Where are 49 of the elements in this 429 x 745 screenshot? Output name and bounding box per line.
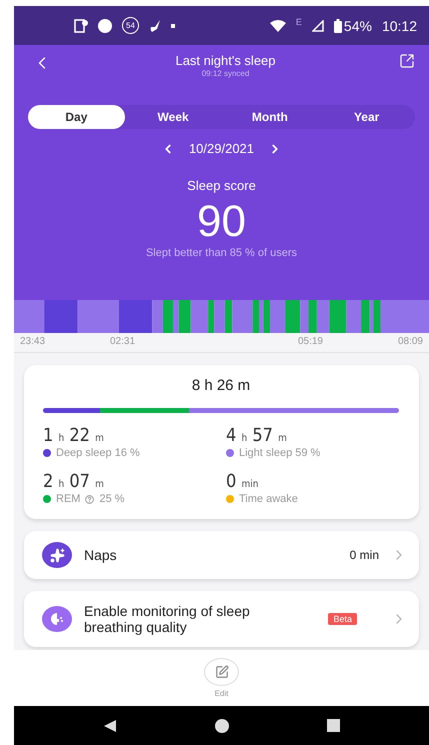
stage-duration: 4 h 57 m bbox=[226, 425, 288, 446]
clock: 10:12 bbox=[382, 18, 417, 34]
head-breathing-icon bbox=[42, 606, 72, 632]
period-tab[interactable]: Month bbox=[222, 105, 318, 129]
time-label: 02:31 bbox=[110, 336, 136, 349]
date-label: 10/29/2021 bbox=[188, 141, 254, 156]
score-comparison: Slept better than 85 % of users bbox=[146, 247, 298, 259]
naps-label: Naps bbox=[84, 547, 118, 563]
score-label: Sleep score bbox=[187, 178, 256, 193]
stage-label: Time awake bbox=[239, 493, 298, 505]
stage-duration: 1 h 22 m bbox=[43, 425, 105, 446]
period-tab[interactable]: Week bbox=[124, 105, 222, 129]
time-label: 23:43 bbox=[20, 336, 46, 349]
beta-badge: Beta bbox=[328, 613, 357, 625]
edit-button[interactable] bbox=[204, 658, 239, 686]
circle-icon bbox=[98, 18, 112, 32]
battery-icon bbox=[334, 18, 342, 32]
battery-level: 54% bbox=[344, 18, 372, 34]
home-nav-icon[interactable] bbox=[215, 718, 229, 732]
stage-duration: 2 h 07 m bbox=[43, 471, 105, 492]
phone-notification-icon bbox=[74, 18, 88, 32]
sparkle-icon bbox=[42, 542, 72, 568]
time-label: 08:09 bbox=[396, 336, 423, 349]
edit-icon[interactable] bbox=[214, 665, 228, 679]
help-icon[interactable] bbox=[85, 494, 94, 504]
stage-label: Light sleep 59 % bbox=[239, 447, 320, 459]
back-nav-icon[interactable] bbox=[103, 718, 117, 732]
time-label: 05:19 bbox=[296, 336, 323, 349]
stage-label: Deep sleep 16 % bbox=[56, 447, 140, 459]
sleep-score: 90 bbox=[197, 197, 246, 247]
period-tab[interactable]: Day bbox=[28, 105, 125, 129]
wifi-icon bbox=[270, 20, 286, 32]
broom-icon bbox=[149, 18, 161, 32]
breathing-monitoring-row[interactable]: Enable monitoring of sleep breathing quality Beta bbox=[24, 591, 419, 647]
network-type: E bbox=[296, 16, 302, 26]
notification-count: 54 bbox=[122, 17, 139, 34]
stage-percent: 25 % bbox=[99, 493, 125, 505]
total-sleep-duration: 8 h 26 m bbox=[190, 377, 252, 394]
period-tab[interactable]: Year bbox=[318, 105, 415, 129]
sync-time: 09:12 synced bbox=[202, 69, 250, 78]
naps-duration: 0 min bbox=[350, 548, 379, 562]
share-button[interactable] bbox=[399, 53, 415, 69]
signal-icon bbox=[312, 20, 324, 32]
stage-label: REM bbox=[56, 493, 80, 505]
edit-label: Edit bbox=[214, 689, 228, 698]
screen-title: Last night's sleep bbox=[175, 53, 276, 68]
naps-row[interactable]: Naps 0 min bbox=[24, 531, 419, 579]
stage-duration: 0 min bbox=[226, 471, 260, 492]
breathing-monitoring-label: Enable monitoring of sleep breathing quality bbox=[84, 603, 251, 635]
